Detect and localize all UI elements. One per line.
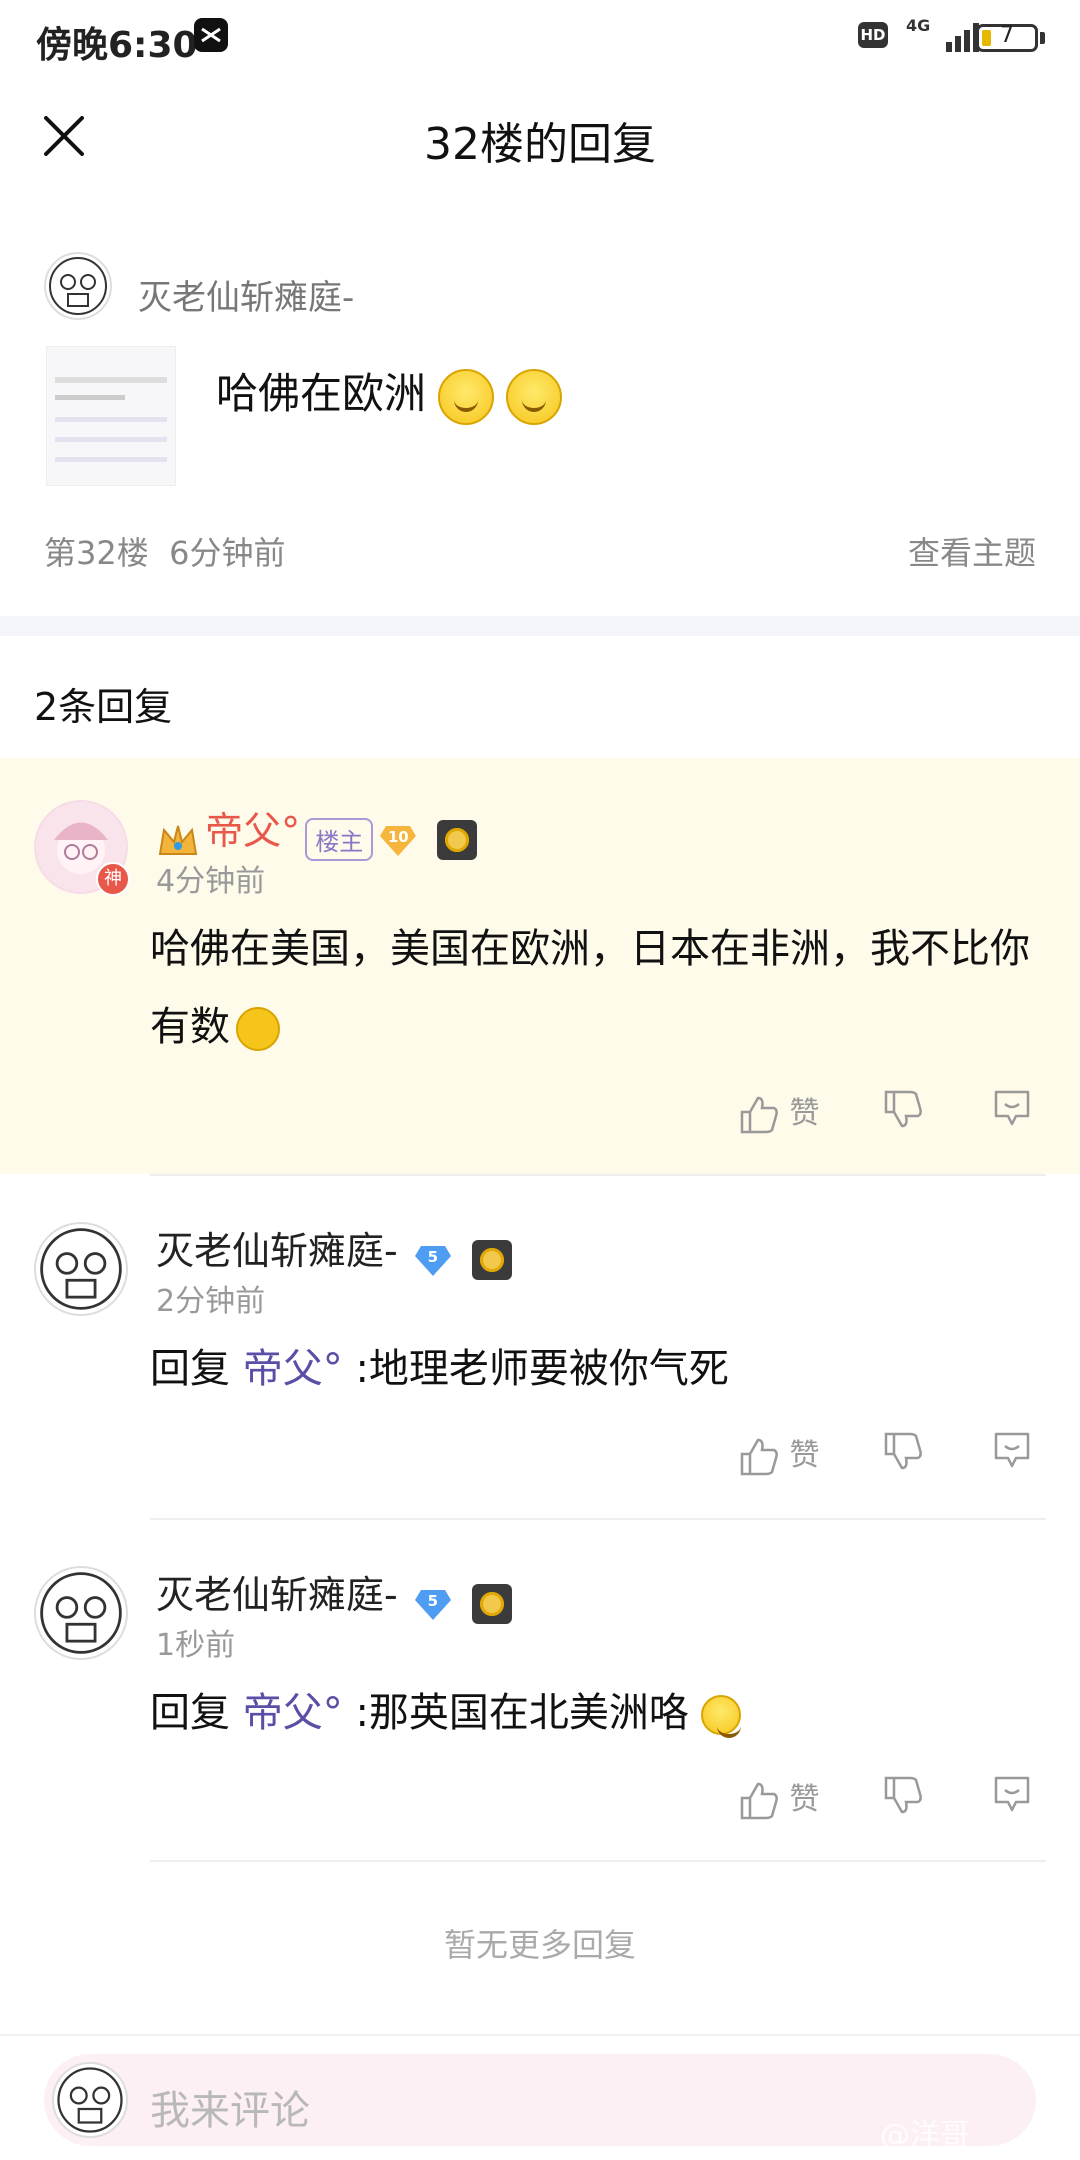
status-time: 傍晚6:30	[36, 25, 198, 66]
medal-icon	[437, 819, 478, 860]
level-diamond-icon: 10	[378, 822, 418, 858]
level-number: 5	[427, 1591, 439, 1610]
reply-header: 帝父° 楼主 10	[156, 800, 478, 861]
floor-label: 第32楼	[44, 534, 149, 572]
reply-header: 灭老仙斩瘫庭- 5	[156, 1564, 512, 1624]
reply-text: 回复 帝父° :那英国在北美洲咯	[150, 1674, 1050, 1752]
battery-nub	[1040, 32, 1045, 44]
thumbs-down-icon[interactable]	[882, 1430, 924, 1472]
level-number: 10	[387, 827, 409, 846]
reply-author[interactable]: 灭老仙斩瘫庭-	[156, 1229, 398, 1273]
divider	[150, 1518, 1046, 1520]
like-label: 赞	[789, 1782, 820, 1817]
reply-count: 2条回复	[34, 685, 173, 729]
like-button[interactable]: 赞	[738, 1088, 820, 1136]
reply-prefix: 回复	[150, 1690, 230, 1736]
network-label: 4G	[906, 16, 931, 35]
comment-icon[interactable]	[990, 1772, 1034, 1816]
like-label: 赞	[789, 1438, 820, 1473]
battery-icon: 7	[976, 23, 1038, 52]
medal-icon	[471, 1583, 512, 1624]
post-text: 哈佛在欧洲	[216, 369, 427, 418]
reply-text-content: :那英国在北美洲咯	[355, 1690, 689, 1736]
op-badge: 楼主	[305, 818, 374, 861]
smile-emoji-icon	[700, 1695, 741, 1738]
divider	[150, 1860, 1046, 1862]
no-more-replies: 暂无更多回复	[443, 1926, 636, 1964]
post-time: 6分钟前	[169, 534, 286, 572]
reply-author[interactable]: 帝父°	[205, 809, 300, 853]
reply-text: 哈佛在美国，美国在欧洲，日本在非洲，我不比你有数	[150, 910, 1050, 1066]
smile-emoji-icon	[506, 368, 563, 425]
comment-icon[interactable]	[990, 1428, 1034, 1472]
level-diamond-icon: 5	[413, 1242, 453, 1278]
thumbs-up-icon	[740, 1096, 778, 1133]
level-diamond-icon: 5	[413, 1586, 453, 1622]
comment-placeholder[interactable]: 我来评论	[150, 2078, 310, 2136]
reply-time: 4分钟前	[156, 864, 266, 899]
post-author[interactable]: 灭老仙斩瘫庭-	[138, 270, 354, 319]
level-number: 5	[427, 1247, 439, 1266]
reply-text-content: :地理老师要被你气死	[355, 1346, 729, 1392]
capcut-app-icon	[194, 18, 228, 52]
god-badge: 神	[96, 862, 130, 896]
avatar[interactable]	[34, 1566, 128, 1660]
watermark: @洋哥	[880, 2118, 970, 2153]
reply-time: 1秒前	[156, 1628, 236, 1663]
post-image-thumbnail[interactable]	[46, 346, 176, 486]
view-topic-link[interactable]: 查看主题	[908, 528, 1036, 574]
like-label: 赞	[789, 1096, 820, 1131]
thinking-emoji-icon	[236, 1007, 280, 1051]
reply-author[interactable]: 灭老仙斩瘫庭-	[156, 1573, 398, 1617]
divider	[0, 2034, 1080, 2036]
avatar[interactable]	[34, 1222, 128, 1316]
avatar	[52, 2062, 128, 2138]
reply-text-content: 哈佛在美国，美国在欧洲，日本在非洲，我不比你有数	[150, 926, 1030, 1050]
medal-icon	[471, 1239, 512, 1280]
like-button[interactable]: 赞	[738, 1774, 820, 1822]
reply-time: 2分钟前	[156, 1284, 266, 1319]
reply-text: 回复 帝父° :地理老师要被你气死	[150, 1330, 1050, 1408]
reply-header: 灭老仙斩瘫庭- 5	[156, 1220, 512, 1280]
divider	[150, 1174, 1046, 1176]
comment-icon[interactable]	[990, 1086, 1034, 1130]
battery-level: 7	[1000, 23, 1014, 48]
thumbs-up-icon	[740, 1782, 778, 1819]
crown-icon	[158, 825, 198, 855]
like-button[interactable]: 赞	[738, 1430, 820, 1478]
thumbs-down-icon[interactable]	[882, 1774, 924, 1816]
thumbs-down-icon[interactable]	[882, 1088, 924, 1130]
reply-to-user-link[interactable]: 帝父°	[243, 1690, 343, 1736]
section-divider	[0, 616, 1080, 636]
hd-icon: HD	[858, 22, 888, 48]
post-content: 哈佛在欧洲	[216, 360, 563, 425]
thumbs-up-icon	[740, 1438, 778, 1475]
reply-to-user-link[interactable]: 帝父°	[243, 1346, 343, 1392]
post-meta: 第32楼 6分钟前	[44, 528, 285, 574]
reply-prefix: 回复	[150, 1346, 230, 1392]
smile-emoji-icon	[438, 368, 495, 425]
avatar[interactable]	[44, 252, 112, 320]
page-title: 32楼的回复	[424, 119, 656, 170]
